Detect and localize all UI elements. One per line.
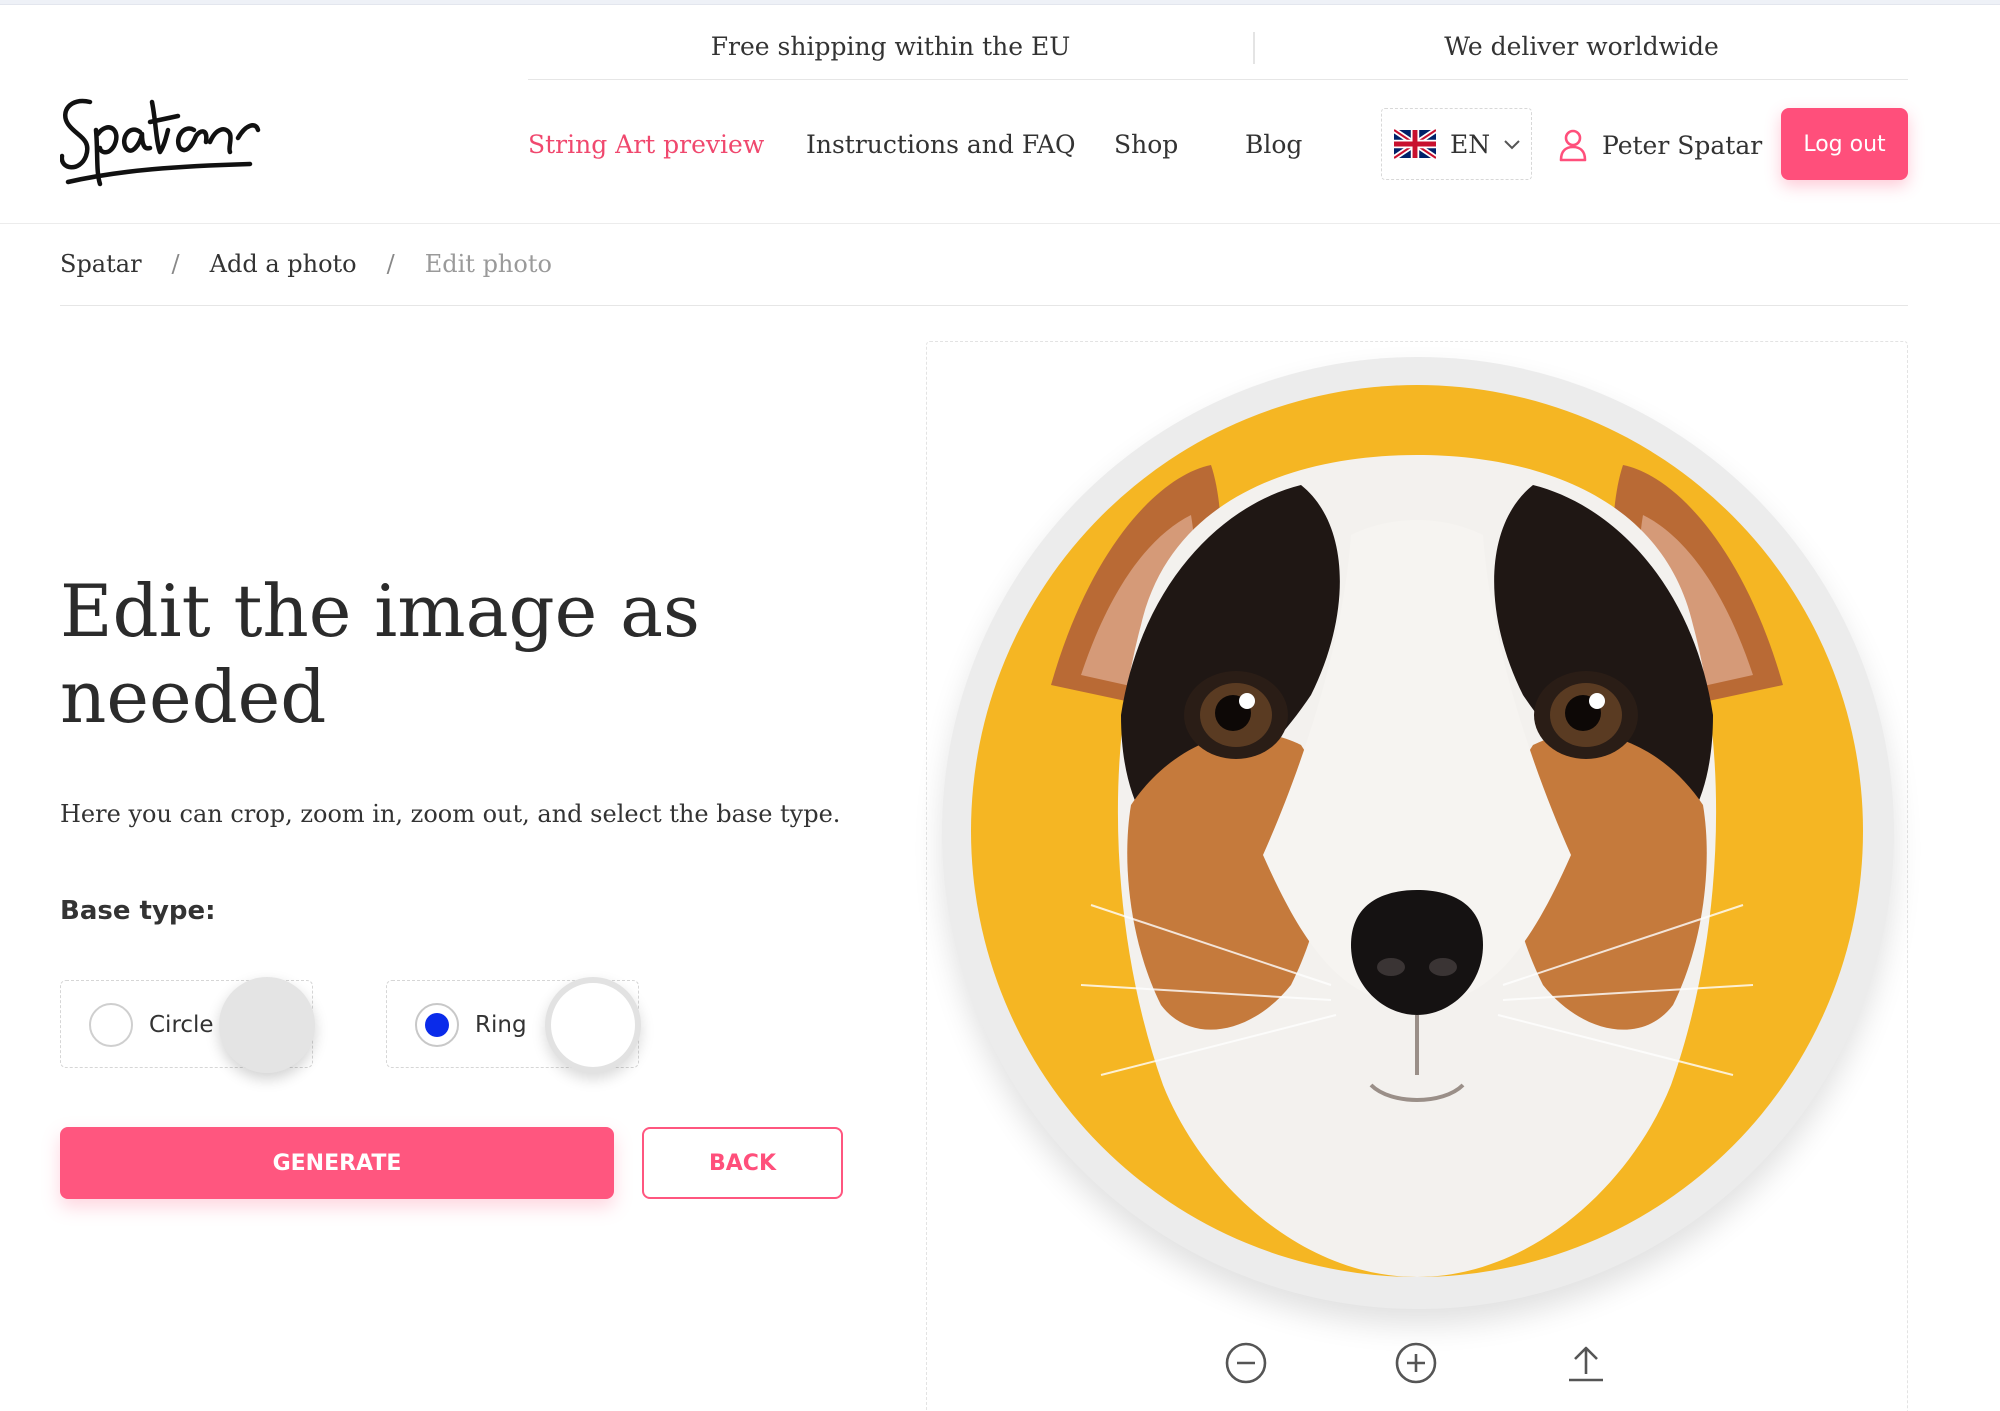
page-description: Here you can crop, zoom in, zoom out, an…: [60, 800, 841, 828]
radio-circle[interactable]: [89, 1003, 133, 1047]
ring-base-preview: [545, 977, 641, 1073]
breadcrumb-add-photo[interactable]: Add a photo: [210, 250, 357, 278]
promo-worldwide: We deliver worldwide: [1444, 32, 1719, 61]
back-button[interactable]: BACK: [642, 1127, 843, 1199]
promo-free-shipping: Free shipping within the EU: [710, 32, 1071, 61]
header-divider: [0, 223, 2000, 224]
photo-crop-area[interactable]: [971, 385, 1863, 1277]
circle-base-preview: [219, 977, 315, 1073]
breadcrumb: Spatar / Add a photo / Edit photo: [60, 244, 552, 284]
generate-button[interactable]: GENERATE: [60, 1127, 614, 1199]
breadcrumb-spatar[interactable]: Spatar: [60, 250, 142, 278]
nav-blog[interactable]: Blog: [1245, 110, 1302, 180]
base-option-ring-label: Ring: [475, 1012, 527, 1038]
zoom-out-button[interactable]: [1223, 1340, 1269, 1386]
breadcrumb-divider: [60, 305, 1908, 306]
browser-top-strip: [0, 0, 2000, 5]
breadcrumb-separator: /: [171, 250, 180, 278]
page-title: Edit the image as needed: [60, 569, 700, 739]
nav-string-art-preview[interactable]: String Art preview: [528, 110, 764, 180]
breadcrumb-edit-photo: Edit photo: [424, 250, 552, 278]
nav-shop[interactable]: Shop: [1114, 110, 1178, 180]
uk-flag-icon: [1394, 129, 1436, 159]
logo[interactable]: [59, 72, 310, 192]
base-option-circle[interactable]: Circle: [60, 977, 315, 1073]
base-option-circle-label: Circle: [149, 1012, 214, 1038]
language-selector[interactable]: EN: [1381, 108, 1532, 180]
user-icon: [1559, 129, 1587, 162]
base-option-ring[interactable]: Ring: [386, 977, 641, 1073]
upload-button[interactable]: [1563, 1340, 1609, 1386]
user-account[interactable]: Peter Spatar: [1558, 110, 1762, 180]
spatar-logo-script: [59, 98, 261, 187]
language-code: EN: [1450, 129, 1491, 159]
logout-button[interactable]: Log out: [1781, 108, 1908, 180]
breadcrumb-separator: /: [386, 250, 395, 278]
upload-icon: [1569, 1346, 1603, 1382]
user-name: Peter Spatar: [1602, 130, 1763, 160]
chevron-down-icon: [1504, 140, 1520, 150]
zoom-out-icon: [1225, 1342, 1267, 1384]
zoom-in-button[interactable]: [1393, 1340, 1439, 1386]
radio-ring[interactable]: [415, 1003, 459, 1047]
dog-photo: [971, 385, 1863, 1277]
nav-instructions-faq[interactable]: Instructions and FAQ: [806, 110, 1076, 180]
promo-bar: Free shipping within the EU We deliver w…: [528, 14, 1908, 80]
zoom-in-icon: [1395, 1342, 1437, 1384]
base-type-label: Base type:: [60, 896, 216, 926]
